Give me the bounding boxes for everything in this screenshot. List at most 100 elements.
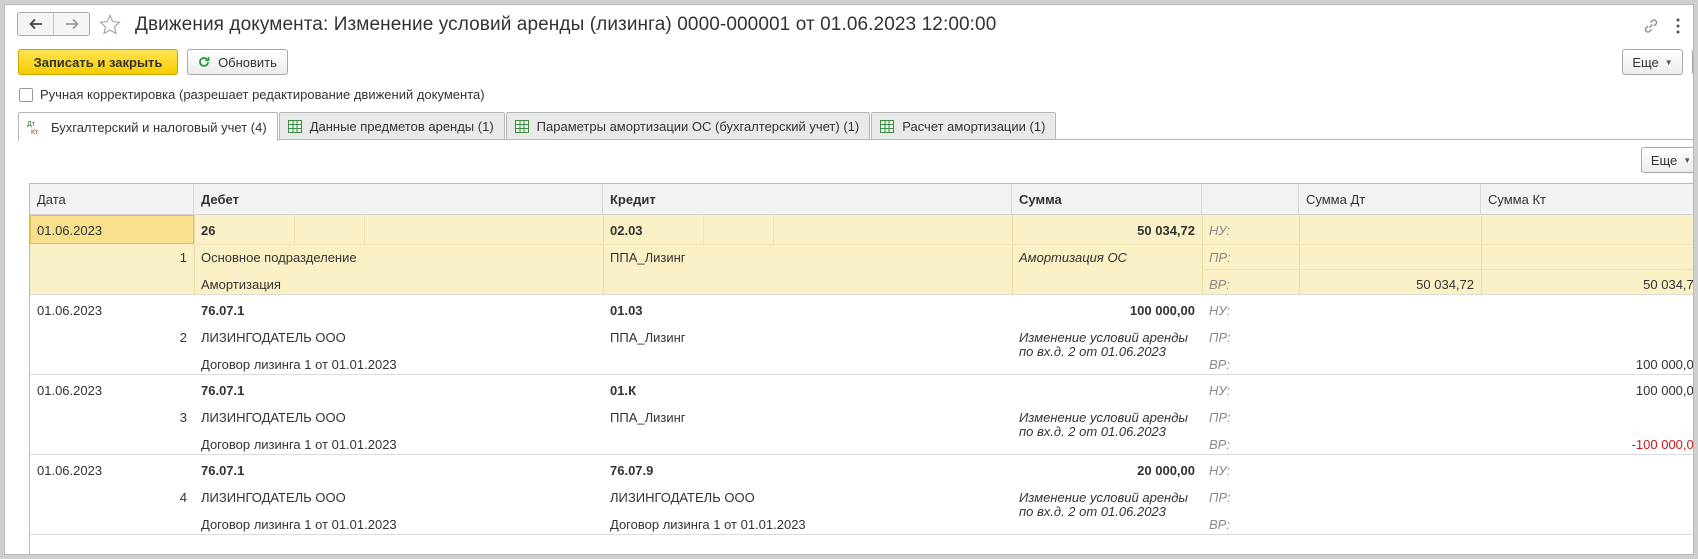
sum-kt-vr: 50 034,72: [1643, 277, 1694, 292]
tab-3[interactable]: Параметры амортизации ОС (бухгалтерский …: [505, 112, 871, 140]
tax-label-pr: ПР:: [1209, 250, 1231, 265]
tax-label-nu: НУ:: [1209, 223, 1231, 238]
row-date: 01.06.2023: [37, 463, 103, 478]
tab-1[interactable]: Дт Кт Бухгалтерский и налоговый учет (4): [18, 112, 278, 141]
debit-account: 76.07.1: [201, 383, 245, 398]
debit-subconto-2: Амортизация: [201, 277, 281, 292]
window-title: Движения документа: Изменение условий ар…: [135, 14, 997, 35]
row-sum: 50 034,72: [1137, 223, 1195, 238]
debit-subconto-2: Договор лизинга 1 от 01.01.2023: [201, 517, 397, 532]
credit-subconto-1: ППА_Лизинг: [610, 250, 686, 265]
tab-label: Расчет амортизации (1): [902, 119, 1046, 134]
credit-account: 76.07.9: [610, 463, 654, 478]
row-date: 01.06.2023: [37, 303, 103, 318]
tab-label: Параметры амортизации ОС (бухгалтерский …: [536, 119, 860, 134]
debit-subconto-1: ЛИЗИНГОДАТЕЛЬ ООО: [201, 490, 346, 505]
tab-4[interactable]: Расчет амортизации (1): [871, 112, 1057, 140]
row-sum: 100 000,00: [1129, 303, 1195, 318]
manual-correction-row[interactable]: Ручная корректировка (разрешает редактир…: [19, 87, 485, 102]
grid-more-button[interactable]: Еще ▼: [1641, 147, 1693, 173]
more-vertical-icon[interactable]: [1675, 17, 1681, 35]
extra-button-stub[interactable]: [1692, 49, 1693, 75]
chevron-down-icon: ▼: [1664, 57, 1673, 67]
table-icon: [287, 120, 302, 133]
arrow-left-icon: [28, 18, 42, 30]
tab-bar: Дт Кт Бухгалтерский и налоговый учет (4) Да…: [18, 112, 1057, 141]
tax-label-nu: НУ:: [1209, 463, 1231, 478]
tax-label-pr: ПР:: [1209, 410, 1231, 425]
subconto-separator: [294, 215, 295, 244]
chevron-down-icon: ▼: [1683, 155, 1692, 165]
forward-button[interactable]: [53, 13, 89, 35]
table-row[interactable]: 01.06.2023 1 26 Основное подразделение Аморт…: [30, 215, 1694, 295]
tax-label-vr: ВР:: [1209, 517, 1230, 532]
debit-account: 76.07.1: [201, 303, 245, 318]
sum-kt-nu: 100 000,00: [1635, 383, 1694, 398]
subconto-separator: [364, 215, 365, 244]
tab-2[interactable]: Данные предметов аренды (1): [278, 112, 505, 140]
document-movements-window: Движения документа: Изменение условий ар…: [4, 4, 1694, 555]
column-separator: [1202, 215, 1203, 295]
svg-text:Дт: Дт: [27, 121, 36, 128]
sum-kt-vr: 100 000,00: [1635, 357, 1694, 372]
sum-dt-vr: 50 034,72: [1416, 277, 1474, 292]
row-content-line-2: по вх.д. 2 от 01.06.2023: [1019, 424, 1166, 439]
column-separator: [194, 215, 195, 295]
credit-subconto-1: ЛИЗИНГОДАТЕЛЬ ООО: [610, 490, 755, 505]
refresh-label: Обновить: [218, 54, 277, 70]
table-header: Дата Дебет Кредит Сумма Сумма Дт Сумма К…: [30, 184, 1693, 215]
navigation-buttons: [17, 12, 90, 36]
movements-table[interactable]: Дата Дебет Кредит Сумма Сумма Дт Сумма К…: [29, 183, 1694, 554]
table-icon: [514, 120, 529, 133]
column-header-debit[interactable]: Дебет: [194, 184, 603, 215]
save-and-close-button[interactable]: Записать и закрыть: [18, 49, 178, 75]
credit-account: 02.03: [610, 223, 643, 238]
row-content-line-2: по вх.д. 2 от 01.06.2023: [1019, 504, 1166, 519]
column-header-tax-type[interactable]: [1202, 184, 1299, 215]
table-row[interactable]: 01.06.2023 3 76.07.1 ЛИЗИНГОДАТЕЛЬ ООО Догов…: [30, 375, 1694, 455]
column-separator: [603, 215, 604, 295]
debit-subconto-1: ЛИЗИНГОДАТЕЛЬ ООО: [201, 410, 346, 425]
debit-subconto-2: Договор лизинга 1 от 01.01.2023: [201, 357, 397, 372]
table-row[interactable]: 01.06.2023 2 76.07.1 ЛИЗИНГОДАТЕЛЬ ООО Догов…: [30, 295, 1694, 375]
more-button[interactable]: Еще ▼: [1622, 49, 1683, 75]
table-row[interactable]: 01.06.2023 4 76.07.1 ЛИЗИНГОДАТЕЛЬ ООО Догов…: [30, 455, 1693, 535]
row-sum: 20 000,00: [1137, 463, 1195, 478]
tax-label-vr: ВР:: [1209, 357, 1230, 372]
back-button[interactable]: [18, 13, 53, 35]
row-content-line-1: Амортизация ОС: [1019, 250, 1127, 265]
debit-subconto-2: Договор лизинга 1 от 01.01.2023: [201, 437, 397, 452]
debit-subconto-1: Основное подразделение: [201, 250, 357, 265]
row-content-line-2: по вх.д. 2 от 01.06.2023: [1019, 344, 1166, 359]
column-header-sum-kt[interactable]: Сумма Кт: [1481, 184, 1693, 215]
column-header-credit[interactable]: Кредит: [603, 184, 1012, 215]
manual-correction-label: Ручная корректировка (разрешает редактир…: [40, 87, 485, 102]
refresh-button[interactable]: Обновить: [187, 49, 288, 75]
table-icon: [880, 120, 895, 133]
tax-label-vr: ВР:: [1209, 437, 1230, 452]
column-header-date[interactable]: Дата: [30, 184, 194, 215]
credit-subconto-2: Договор лизинга 1 от 01.01.2023: [610, 517, 806, 532]
favorite-star-icon[interactable]: [98, 13, 122, 37]
column-header-sum-dt[interactable]: Сумма Дт: [1299, 184, 1481, 215]
credit-subconto-1: ППА_Лизинг: [610, 330, 686, 345]
column-header-sum[interactable]: Сумма: [1012, 184, 1202, 215]
link-icon[interactable]: [1642, 17, 1660, 35]
title-bar: Движения документа: Изменение условий ар…: [5, 5, 1693, 45]
tab-label: Бухгалтерский и налоговый учет (4): [51, 119, 267, 135]
row-date: 01.06.2023: [37, 383, 103, 398]
dt-kt-icon: Дт Кт: [27, 119, 43, 135]
row-line: [1202, 269, 1693, 270]
manual-correction-checkbox[interactable]: [19, 87, 33, 102]
debit-account: 76.07.1: [201, 463, 245, 478]
arrow-right-icon: [65, 18, 79, 30]
row-number: 1: [179, 250, 187, 265]
svg-text:Кт: Кт: [31, 129, 39, 135]
sum-kt-vr: -100 000,00: [1631, 437, 1694, 452]
subconto-separator: [773, 215, 774, 244]
row-number: 2: [179, 330, 187, 345]
debit-subconto-1: ЛИЗИНГОДАТЕЛЬ ООО: [201, 330, 346, 345]
subconto-separator: [703, 215, 704, 244]
grid-more-label: Еще: [1650, 152, 1678, 168]
row-number: 4: [179, 490, 187, 505]
